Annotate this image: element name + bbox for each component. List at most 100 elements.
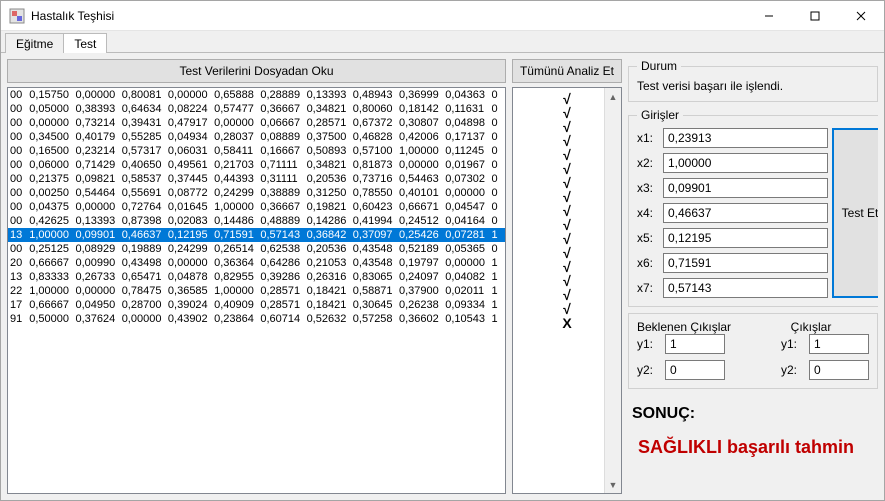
- analyze-results-list[interactable]: √√√√√√√√√√√√√√√√X ▲ ▼: [512, 87, 622, 494]
- cell-value: 0,28571: [260, 284, 306, 298]
- cell-value: 0,24097: [399, 270, 445, 284]
- table-row[interactable]: 000,157500,000000,800810,000000,658880,2…: [8, 88, 505, 102]
- input-x5[interactable]: [663, 228, 828, 248]
- cell-value: 0,31111: [260, 172, 306, 186]
- cell-value: 0,34821: [307, 102, 353, 116]
- cell-value: 0,36842: [307, 228, 353, 242]
- tab-test[interactable]: Test: [63, 33, 107, 53]
- label-x1: x1:: [637, 131, 659, 145]
- cell-flag: 0: [491, 172, 503, 186]
- cell-value: 0,57143: [260, 228, 306, 242]
- input-x2[interactable]: [663, 153, 828, 173]
- table-row[interactable]: 910,500000,376240,000000,439020,238640,6…: [8, 312, 505, 326]
- inputs-column: x1: x2: x3: x4: x5: x6: x7:: [637, 128, 828, 298]
- cell-value: 0,42006: [399, 130, 445, 144]
- cell-value: 0,20536: [307, 242, 353, 256]
- tab-train[interactable]: Eğitme: [5, 33, 64, 53]
- cell-value: 0,00000: [75, 200, 121, 214]
- cell-value: 0,07302: [445, 172, 491, 186]
- table-row[interactable]: 000,002500,544640,556910,087720,242990,3…: [8, 186, 505, 200]
- close-button[interactable]: [838, 1, 884, 31]
- cell-value: 1,00000: [399, 144, 445, 158]
- input-x6[interactable]: [663, 253, 828, 273]
- cell-value: 0,50893: [307, 144, 353, 158]
- outputs-fieldset: Beklenen Çıkışlar Çıkışlar y1: y1: y2: y…: [628, 313, 878, 389]
- label-x2: x2:: [637, 156, 659, 170]
- cell-value: 0,25125: [29, 242, 75, 256]
- input-actual-y2[interactable]: [809, 360, 869, 380]
- cell-value: 0,36602: [399, 312, 445, 326]
- cell-value: 0,14486: [214, 214, 260, 228]
- cell-value: 0,44393: [214, 172, 260, 186]
- inputs-fieldset: Girişler x1: x2: x3: x4: x5: x6: x7: Tes…: [628, 108, 878, 307]
- table-row[interactable]: 130,833330,267330,654710,048780,829550,3…: [8, 270, 505, 284]
- cell-value: 0,43548: [353, 256, 399, 270]
- table-row[interactable]: 000,050000,383930,646340,082240,574770,3…: [8, 102, 505, 116]
- cell-value: 0,39286: [260, 270, 306, 284]
- minimize-button[interactable]: [746, 1, 792, 31]
- cell-flag: 0: [491, 102, 503, 116]
- cell-value: 0,20536: [307, 172, 353, 186]
- maximize-button[interactable]: [792, 1, 838, 31]
- cell-value: 0,43548: [353, 242, 399, 256]
- cell-value: 0,80060: [353, 102, 399, 116]
- scroll-down-icon[interactable]: ▼: [605, 476, 621, 493]
- table-row[interactable]: 000,060000,714290,406500,495610,217030,7…: [8, 158, 505, 172]
- table-row[interactable]: 000,213750,098210,585370,374450,443930,3…: [8, 172, 505, 186]
- input-expected-y1[interactable]: [665, 334, 725, 354]
- status-text: Test verisi başarı ile işlendi.: [637, 79, 869, 93]
- table-row[interactable]: 131,000000,099010,466370,121950,715910,5…: [8, 228, 505, 242]
- cell-value: 0,64286: [260, 256, 306, 270]
- cell-value: 0,01967: [445, 158, 491, 172]
- cell-value: 1,00000: [214, 284, 260, 298]
- cell-value: 0,13393: [75, 214, 121, 228]
- read-test-file-button[interactable]: Test Verilerini Dosyadan Oku: [7, 59, 506, 83]
- cell-id: 00: [10, 186, 29, 200]
- cell-value: 0,21053: [307, 256, 353, 270]
- input-actual-y1[interactable]: [809, 334, 869, 354]
- cell-value: 0,08772: [168, 186, 214, 200]
- input-x3[interactable]: [663, 178, 828, 198]
- table-row[interactable]: 200,666670,009900,434980,000000,363640,6…: [8, 256, 505, 270]
- test-data-grid[interactable]: 000,157500,000000,800810,000000,658880,2…: [7, 87, 506, 494]
- cell-value: 0,00000: [214, 116, 260, 130]
- test-et-button[interactable]: Test Et: [832, 128, 878, 298]
- checklist-scrollbar[interactable]: ▲ ▼: [604, 88, 621, 493]
- table-row[interactable]: 221,000000,000000,784750,365851,000000,2…: [8, 284, 505, 298]
- cell-value: 0,65471: [122, 270, 168, 284]
- cell-value: 0,26733: [75, 270, 121, 284]
- cell-value: 0,04934: [168, 130, 214, 144]
- label-actual-y2: y2:: [781, 363, 803, 377]
- cell-value: 0,62538: [260, 242, 306, 256]
- table-row[interactable]: 000,043750,000000,727640,016451,000000,3…: [8, 200, 505, 214]
- input-x1[interactable]: [663, 128, 828, 148]
- cell-value: 0,28037: [214, 130, 260, 144]
- cell-value: 0,25426: [399, 228, 445, 242]
- cell-value: 0,04547: [445, 200, 491, 214]
- scroll-up-icon[interactable]: ▲: [605, 88, 621, 105]
- table-row[interactable]: 000,426250,133930,873980,020830,144860,4…: [8, 214, 505, 228]
- table-row[interactable]: 000,000000,732140,394310,479170,000000,0…: [8, 116, 505, 130]
- table-row[interactable]: 000,251250,089290,198890,242990,265140,6…: [8, 242, 505, 256]
- cell-value: 0,17137: [445, 130, 491, 144]
- table-row[interactable]: 170,666670,049500,287000,390240,409090,2…: [8, 298, 505, 312]
- cell-value: 0,73716: [353, 172, 399, 186]
- table-row[interactable]: 000,345000,401790,552850,049340,280370,0…: [8, 130, 505, 144]
- input-x7[interactable]: [663, 278, 828, 298]
- expected-outputs-label: Beklenen Çıkışlar: [637, 320, 753, 334]
- input-expected-y2[interactable]: [665, 360, 725, 380]
- label-x6: x6:: [637, 256, 659, 270]
- cell-value: 0,04164: [445, 214, 491, 228]
- cell-value: 0,71429: [75, 158, 121, 172]
- cell-id: 13: [10, 270, 29, 284]
- cell-value: 0,04898: [445, 116, 491, 130]
- inputs-legend: Girişler: [637, 108, 683, 122]
- analyze-all-button[interactable]: Tümünü Analiz Et: [512, 59, 622, 83]
- table-row[interactable]: 000,165000,232140,573170,060310,584110,1…: [8, 144, 505, 158]
- label-actual-y1: y1:: [781, 337, 803, 351]
- status-legend: Durum: [637, 59, 681, 73]
- cell-flag: 0: [491, 186, 503, 200]
- cell-id: 22: [10, 284, 29, 298]
- input-x4[interactable]: [663, 203, 828, 223]
- cell-value: 0,36667: [260, 200, 306, 214]
